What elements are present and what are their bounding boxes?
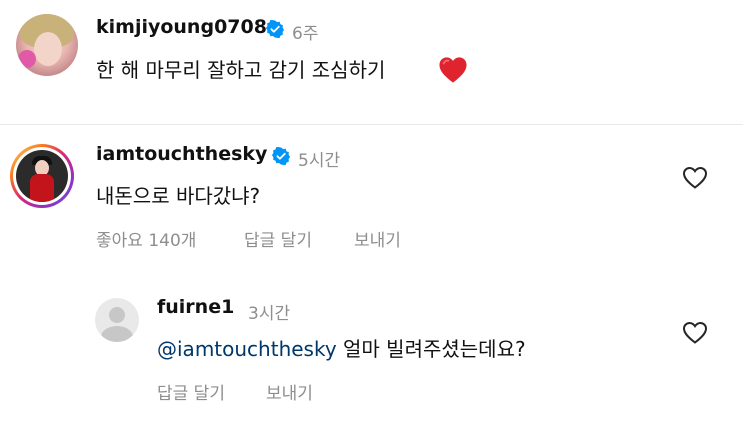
comment-time: 3시간 <box>248 304 291 324</box>
reply-button[interactable]: 답글 달기 <box>244 226 312 251</box>
likes-count[interactable]: 좋아요 140개 <box>96 226 196 251</box>
verified-badge-icon <box>272 147 290 165</box>
avatar-story-ring[interactable] <box>10 144 74 208</box>
comment-time: 5시간 <box>298 151 341 171</box>
reply-button[interactable]: 답글 달기 <box>157 379 225 404</box>
verified-badge-icon <box>266 20 284 38</box>
comment-text: 얼마 빌려주셨는데요? <box>336 337 526 361</box>
like-heart-icon[interactable] <box>682 166 708 190</box>
divider <box>0 124 743 125</box>
avatar-default[interactable] <box>95 298 139 342</box>
comment-text: 내돈으로 바다갔냐? <box>96 184 261 208</box>
send-button[interactable]: 보내기 <box>354 226 401 251</box>
like-heart-icon[interactable] <box>682 321 708 345</box>
comment-text-container: @iamtouchthesky 얼마 빌려주셨는데요? <box>157 333 526 362</box>
mention-link[interactable]: @iamtouchthesky <box>157 337 337 361</box>
send-button[interactable]: 보내기 <box>266 379 313 404</box>
avatar[interactable] <box>16 14 78 76</box>
comment-username[interactable]: kimjiyoung0708 <box>96 16 267 38</box>
comment-text: 한 해 마무리 잘하고 감기 조심하기 <box>96 58 386 82</box>
comment-username[interactable]: iamtouchthesky <box>96 143 267 165</box>
red-heart-icon <box>439 57 467 83</box>
comment-time: 6주 <box>292 24 319 44</box>
comment-username[interactable]: fuirne1 <box>157 296 234 318</box>
